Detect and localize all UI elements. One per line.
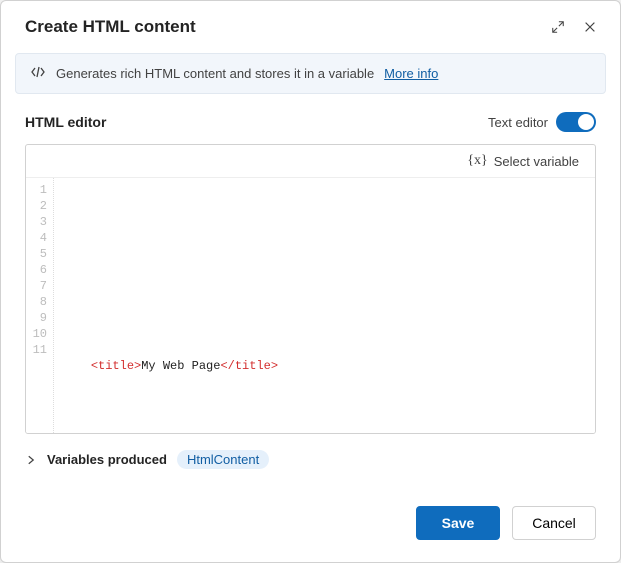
line-number: 11 (26, 342, 47, 358)
dialog: Create HTML content Generates rich HTML … (0, 0, 621, 563)
toggle-group: Text editor (488, 112, 596, 132)
variable-icon: {x} (467, 153, 487, 169)
variables-row: Variables produced HtmlContent (25, 450, 596, 469)
select-variable-button[interactable]: Select variable (494, 154, 579, 169)
line-number: 4 (26, 230, 47, 246)
editor-frame: {x} Select variable 1 2 3 4 5 6 7 8 9 10… (25, 144, 596, 434)
variable-chip[interactable]: HtmlContent (177, 450, 269, 469)
save-button[interactable]: Save (416, 506, 500, 540)
line-number: 1 (26, 182, 47, 198)
dialog-header: Create HTML content (1, 1, 620, 49)
more-info-link[interactable]: More info (384, 66, 438, 81)
code-editor[interactable]: 1 2 3 4 5 6 7 8 9 10 11 <title>My W (26, 178, 595, 433)
line-number: 10 (26, 326, 47, 342)
toggle-label: Text editor (488, 115, 548, 130)
line-number: 5 (26, 246, 47, 262)
expand-icon[interactable] (548, 17, 568, 37)
chevron-right-icon[interactable] (25, 454, 37, 466)
header-actions (548, 17, 600, 37)
cancel-button[interactable]: Cancel (512, 506, 596, 540)
section-title: HTML editor (25, 114, 106, 130)
code-content[interactable]: <title>My Web Page</title> <h1>Welcome t… (54, 178, 595, 433)
info-text: Generates rich HTML content and stores i… (56, 66, 374, 81)
line-number: 2 (26, 198, 47, 214)
line-number: 8 (26, 294, 47, 310)
line-number: 7 (26, 278, 47, 294)
line-gutter: 1 2 3 4 5 6 7 8 9 10 11 (26, 178, 54, 433)
line-number: 6 (26, 262, 47, 278)
text-editor-toggle[interactable] (556, 112, 596, 132)
line-number: 3 (26, 214, 47, 230)
dialog-title: Create HTML content (25, 17, 196, 37)
dialog-footer: Save Cancel (1, 488, 620, 562)
editor-toolbar: {x} Select variable (26, 145, 595, 178)
info-bar: Generates rich HTML content and stores i… (15, 53, 606, 94)
code-icon (30, 64, 46, 83)
section-header: HTML editor Text editor (25, 112, 596, 132)
close-icon[interactable] (580, 17, 600, 37)
line-number: 9 (26, 310, 47, 326)
variables-label: Variables produced (47, 452, 167, 467)
editor-section: HTML editor Text editor {x} Select varia… (1, 94, 620, 488)
